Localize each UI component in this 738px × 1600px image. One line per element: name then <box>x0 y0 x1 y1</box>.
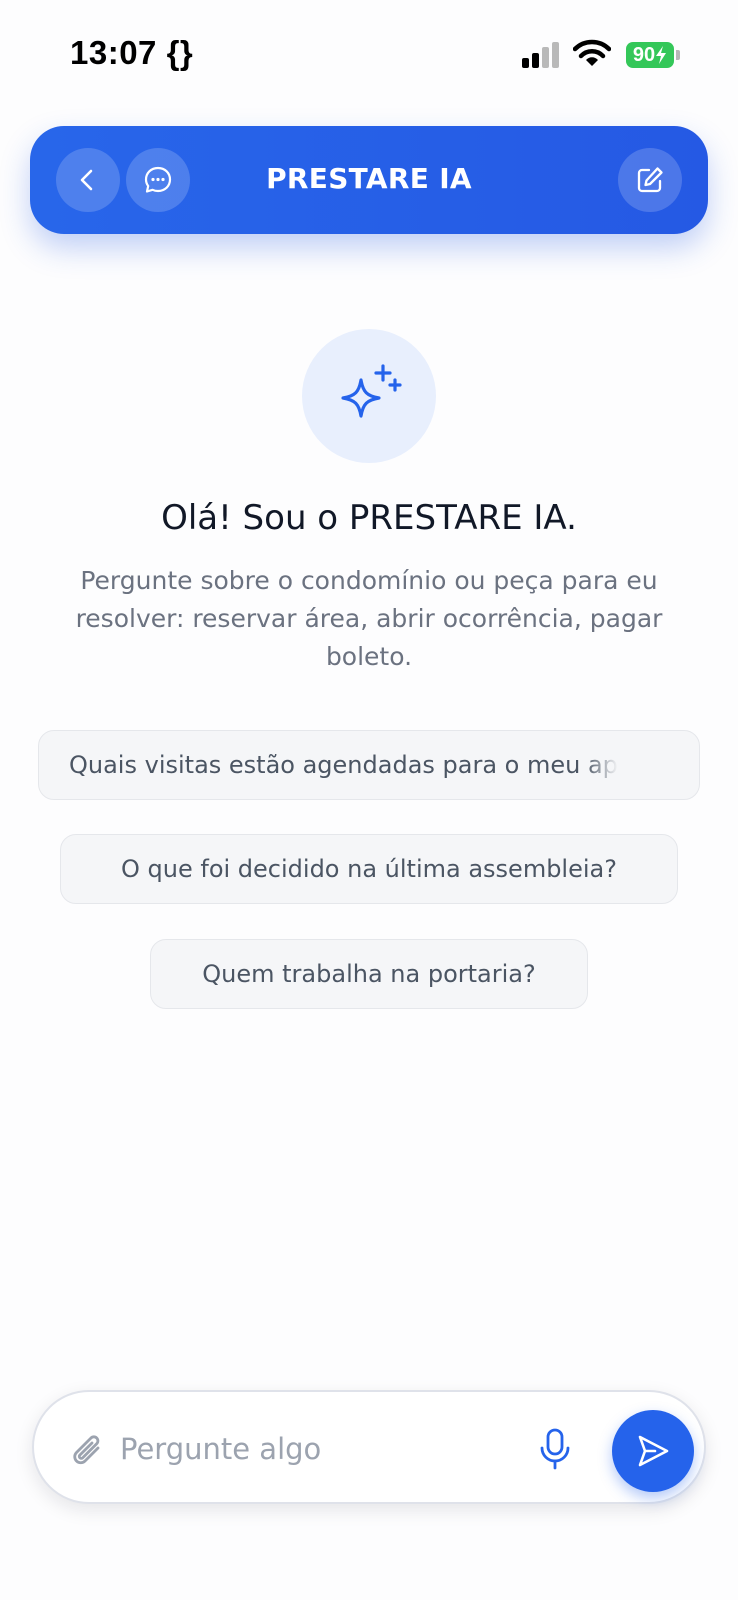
suggestion-chip[interactable]: Quem trabalha na portaria? <box>150 939 588 1009</box>
paperclip-icon[interactable] <box>66 1428 106 1470</box>
send-icon <box>638 1435 669 1467</box>
chat-screen: 13:07 {} 90 PRESTARE IA Olá! Sou o PREST… <box>0 0 738 1600</box>
suggestion-chip[interactable]: Quais visitas estão agendadas para o meu… <box>38 730 700 800</box>
wifi-icon <box>573 39 611 66</box>
microphone-icon[interactable] <box>536 1426 574 1472</box>
send-button[interactable] <box>612 1410 694 1492</box>
header-title: PRESTARE IA <box>266 162 472 195</box>
suggestion-label: Quais visitas estão agendadas para o meu… <box>69 751 618 779</box>
suggestion-label: Quem trabalha na portaria? <box>202 960 536 988</box>
status-time: 13:07 {} <box>70 34 194 71</box>
battery-indicator: 90 <box>626 42 674 68</box>
suggestion-label: O que foi decidido na última assembleia? <box>121 855 617 883</box>
status-bar: 13:07 {} 90 <box>0 0 738 100</box>
message-composer <box>32 1390 706 1504</box>
greeting-heading: Olá! Sou o PRESTARE IA. <box>161 498 577 538</box>
new-chat-button[interactable] <box>618 148 682 212</box>
assistant-avatar <box>302 329 436 463</box>
suggestion-chip[interactable]: O que foi decidido na última assembleia? <box>60 834 678 904</box>
sparkles-icon <box>341 364 402 418</box>
greeting-subtitle: Pergunte sobre o condomínio ou peça para… <box>75 566 663 671</box>
message-input[interactable] <box>120 1422 510 1476</box>
edit-icon <box>637 167 663 193</box>
battery-level: 90 <box>632 43 656 66</box>
app-header: PRESTARE IA <box>30 126 708 234</box>
cellular-signal-icon <box>522 42 559 68</box>
charging-bolt-icon <box>656 46 667 64</box>
battery-cap <box>676 50 680 60</box>
